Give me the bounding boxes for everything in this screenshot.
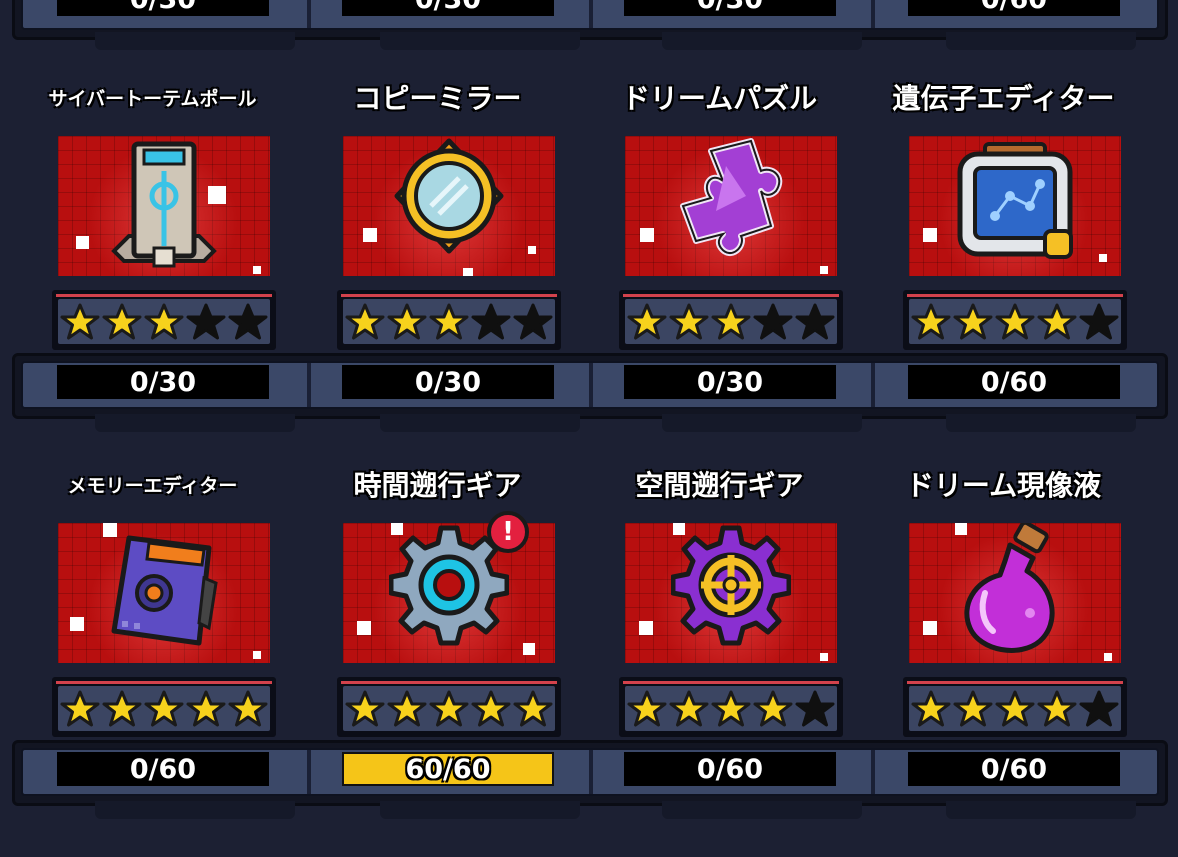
progress-counter: 0/30: [57, 365, 269, 399]
stars-row: [909, 299, 1121, 344]
star-filled-icon: [669, 690, 709, 728]
item-panel: [909, 523, 1121, 663]
item-card[interactable]: ドリーム現像液 0/60: [861, 455, 1146, 795]
top-counter-3: 0/30: [624, 0, 836, 16]
star-filled-icon: [471, 690, 511, 728]
star-filled-icon: [953, 303, 993, 341]
stars-row: [58, 686, 270, 731]
item-name: ドリーム現像液: [905, 469, 1102, 502]
star-filled-icon: [102, 690, 142, 728]
star-rating: [903, 290, 1127, 350]
item-name: サイバートーテムポール: [48, 88, 257, 110]
progress-counter: 0/60: [908, 752, 1120, 786]
progress-counter: 0/30: [342, 365, 554, 399]
star-filled-icon: [429, 303, 469, 341]
star-rating: [619, 677, 843, 737]
item-name: ドリームパズル: [621, 82, 818, 115]
mirror-icon: [394, 138, 504, 254]
star-filled-icon: [228, 690, 268, 728]
stars-row: [58, 299, 270, 344]
item-name: 空間遡行ギア: [635, 469, 804, 502]
item-name: コピーミラー: [353, 82, 522, 115]
star-empty-icon: [1079, 303, 1119, 341]
star-rating: [52, 677, 276, 737]
star-empty-icon: [186, 303, 226, 341]
memory-editor-icon: [111, 535, 218, 646]
progress-counter: 0/60: [624, 752, 836, 786]
star-filled-icon: [144, 690, 184, 728]
star-filled-icon: [102, 303, 142, 341]
progress-counter: 0/60: [57, 752, 269, 786]
star-filled-icon: [711, 690, 751, 728]
stars-row: [343, 686, 555, 731]
item-panel: [625, 136, 837, 276]
star-empty-icon: [471, 303, 511, 341]
top-counter-1: 0/30: [57, 0, 269, 16]
item-card[interactable]: 時間遡行ギア ! 60/60: [295, 455, 580, 795]
item-panel: [625, 523, 837, 663]
item-name: 時間遡行ギア: [353, 469, 522, 502]
star-filled-icon: [387, 303, 427, 341]
star-filled-icon: [429, 690, 469, 728]
item-card[interactable]: 遺伝子エディター 0/60: [861, 68, 1146, 408]
star-filled-icon: [995, 303, 1035, 341]
star-filled-icon: [753, 690, 793, 728]
star-rating: [337, 290, 561, 350]
item-name: メモリーエディター: [67, 475, 238, 497]
notification-badge: !: [487, 511, 529, 553]
potion-bottle-icon: [964, 523, 1055, 653]
star-empty-icon: [228, 303, 268, 341]
star-filled-icon: [669, 303, 709, 341]
star-filled-icon: [144, 303, 184, 341]
star-filled-icon: [627, 303, 667, 341]
star-rating: [903, 677, 1127, 737]
stars-row: [343, 299, 555, 344]
item-panel: [58, 136, 270, 276]
item-card[interactable]: 空間遡行ギア 0/60: [577, 455, 862, 795]
item-panel: [343, 136, 555, 276]
star-filled-icon: [387, 690, 427, 728]
stars-row: [625, 686, 837, 731]
star-rating: [337, 677, 561, 737]
progress-counter: 60/60: [342, 752, 554, 786]
item-panel: [909, 136, 1121, 276]
star-filled-icon: [711, 303, 751, 341]
star-filled-icon: [911, 303, 951, 341]
item-name: 遺伝子エディター: [892, 82, 1115, 115]
star-empty-icon: [513, 303, 553, 341]
star-empty-icon: [1079, 690, 1119, 728]
stars-row: [625, 299, 837, 344]
star-filled-icon: [513, 690, 553, 728]
star-filled-icon: [1037, 303, 1077, 341]
stars-row: [909, 686, 1121, 731]
puzzle-piece-icon: [680, 138, 783, 256]
star-filled-icon: [186, 690, 226, 728]
star-filled-icon: [60, 303, 100, 341]
gene-editor-icon: [957, 142, 1073, 259]
star-filled-icon: [1037, 690, 1077, 728]
item-card[interactable]: サイバートーテムポール 0/30: [10, 68, 295, 408]
star-filled-icon: [953, 690, 993, 728]
star-empty-icon: [753, 303, 793, 341]
star-filled-icon: [911, 690, 951, 728]
star-filled-icon: [345, 303, 385, 341]
space-gear-icon: [671, 525, 791, 646]
progress-counter: 0/30: [624, 365, 836, 399]
star-rating: [619, 290, 843, 350]
star-empty-icon: [795, 690, 835, 728]
item-card[interactable]: コピーミラー 0/30: [295, 68, 580, 408]
star-filled-icon: [60, 690, 100, 728]
progress-counter: 0/60: [908, 365, 1120, 399]
item-card[interactable]: メモリーエディター 0/60: [10, 455, 295, 795]
star-filled-icon: [995, 690, 1035, 728]
star-filled-icon: [345, 690, 385, 728]
star-rating: [52, 290, 276, 350]
star-empty-icon: [795, 303, 835, 341]
totem-pole-icon: [111, 141, 217, 268]
star-filled-icon: [627, 690, 667, 728]
top-counter-4: 0/60: [908, 0, 1120, 16]
item-card[interactable]: ドリームパズル 0/30: [577, 68, 862, 408]
item-panel: [58, 523, 270, 663]
top-counter-2: 0/30: [342, 0, 554, 16]
